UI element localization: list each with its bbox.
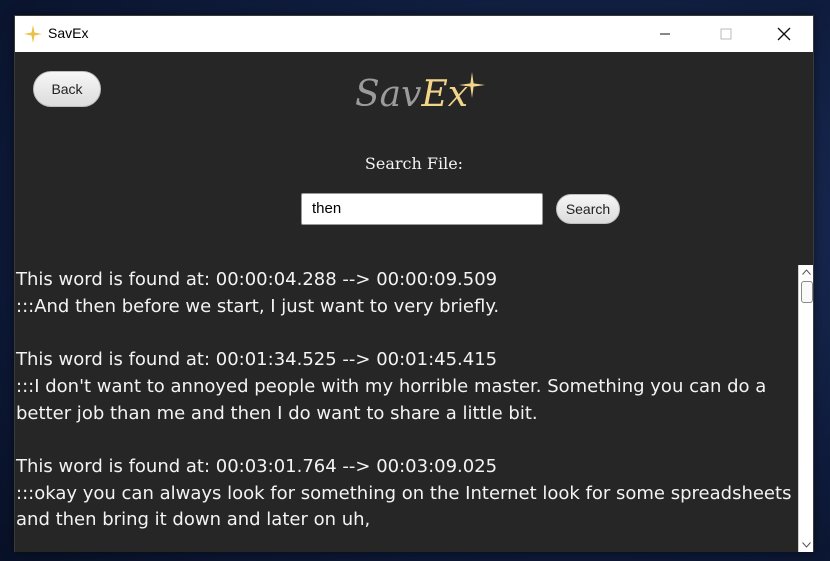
- main-content: Back SavEx Search File: then Search This…: [15, 52, 813, 552]
- results-scrollbar[interactable]: [798, 265, 813, 552]
- search-button[interactable]: Search: [556, 194, 620, 224]
- title-bar[interactable]: SavEx: [15, 16, 813, 52]
- minimize-icon: [660, 33, 670, 35]
- result-item: This word is found at: 00:00:04.288 --> …: [16, 267, 796, 320]
- app-window: SavEx Back SavEx Search File: then Searc…: [14, 15, 814, 552]
- search-label: Search File:: [364, 154, 464, 173]
- close-button[interactable]: [761, 16, 807, 52]
- star-icon: [459, 72, 485, 98]
- results-list: This word is found at: 00:00:04.288 --> …: [16, 267, 796, 552]
- maximize-button[interactable]: [703, 16, 749, 52]
- result-timestamp: This word is found at: 00:01:34.525 --> …: [16, 349, 498, 371]
- result-timestamp: This word is found at: 00:00:04.288 --> …: [16, 269, 498, 290]
- result-text: :::I don't want to annoyed people with m…: [16, 375, 767, 424]
- back-button[interactable]: Back: [33, 71, 101, 107]
- minimize-button[interactable]: [642, 16, 688, 52]
- chevron-up-icon: [802, 269, 811, 275]
- sparkle-icon: [24, 25, 42, 43]
- close-icon: [777, 27, 791, 41]
- app-logo: SavEx: [355, 74, 468, 115]
- scroll-up-button[interactable]: [799, 265, 813, 279]
- window-title: SavEx: [48, 25, 89, 41]
- result-item: This word is found at: 00:01:34.525 --> …: [16, 347, 796, 427]
- scroll-down-button[interactable]: [799, 538, 813, 552]
- chevron-down-icon: [802, 542, 811, 548]
- search-input[interactable]: then: [301, 193, 543, 225]
- result-text: :::okay you can always look for somethin…: [16, 482, 792, 531]
- result-timestamp: This word is found at: 00:03:01.764 --> …: [16, 455, 498, 477]
- scrollbar-thumb[interactable]: [801, 281, 813, 303]
- result-text: :::And then before we start, I just want…: [16, 295, 500, 317]
- result-item: This word is found at: 00:03:01.764 --> …: [16, 454, 796, 534]
- maximize-icon: [720, 28, 732, 40]
- logo-part-sav: Sav: [355, 74, 422, 115]
